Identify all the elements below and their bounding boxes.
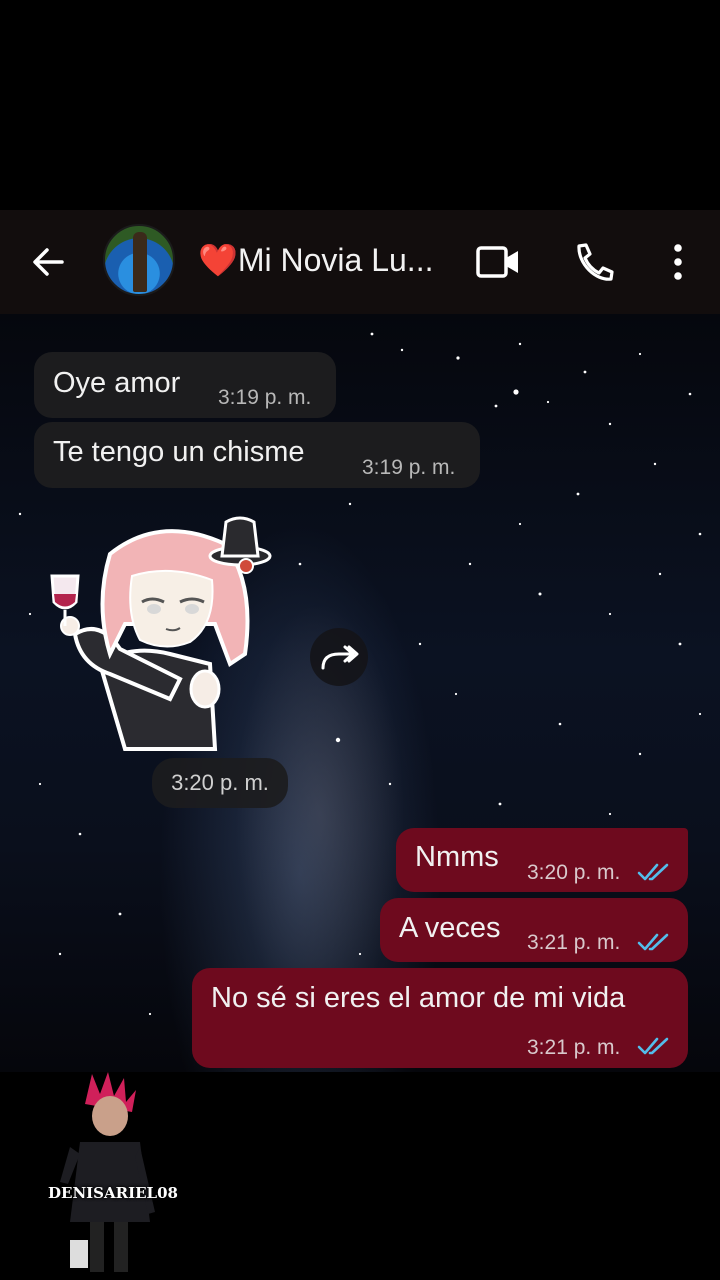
video-camera-icon [476, 246, 518, 278]
message-time: 3:19 p. m. [218, 386, 312, 409]
message-bubble-outgoing[interactable]: A veces 3:21 p. m. [380, 898, 688, 962]
phone-icon [577, 243, 614, 281]
message-text: Oye amor [53, 367, 181, 399]
message-time: 3:21 p. m. [527, 1036, 621, 1059]
forward-button[interactable] [310, 628, 368, 686]
more-vertical-icon [674, 244, 682, 280]
read-ticks-icon [637, 863, 669, 881]
contact-name[interactable]: ❤️Mi Novia Lu... [198, 238, 443, 282]
message-text: A veces [399, 912, 501, 944]
back-button[interactable] [26, 240, 70, 284]
message-time: 3:20 p. m. [527, 861, 621, 884]
character-watermark-image [60, 1072, 155, 1272]
message-bubble-incoming[interactable]: Oye amor 3:19 p. m. [34, 352, 336, 418]
message-text: No sé si eres el amor de mi vida [211, 982, 626, 1014]
avatar-figure [133, 232, 147, 292]
message-bubble-outgoing[interactable]: Nmms 3:20 p. m. [396, 828, 688, 892]
message-text: Nmms [415, 841, 499, 873]
video-call-button[interactable] [474, 240, 522, 284]
arrow-left-icon [33, 248, 64, 276]
sticker-time: 3:20 p. m. [152, 758, 288, 808]
message-text: Te tengo un chisme [53, 436, 305, 468]
message-time: 3:19 p. m. [362, 456, 456, 479]
contact-avatar[interactable] [103, 224, 175, 296]
message-bubble-incoming[interactable]: Te tengo un chisme 3:19 p. m. [34, 422, 480, 488]
forward-icon [321, 645, 359, 670]
voice-call-button[interactable] [570, 240, 616, 284]
message-bubble-outgoing[interactable]: No sé si eres el amor de mi vida 3:21 p.… [192, 968, 688, 1068]
chat-header: ❤️Mi Novia Lu... [0, 210, 720, 314]
watermark-text: DENISARIEL08 [48, 1184, 178, 1202]
chat-area[interactable]: Oye amor 3:19 p. m. Te tengo un chisme 3… [0, 314, 720, 1072]
read-ticks-icon [637, 933, 669, 951]
message-time: 3:21 p. m. [527, 931, 621, 954]
top-black-area [0, 0, 720, 210]
more-options-button[interactable] [662, 240, 694, 284]
read-ticks-icon [637, 1037, 669, 1055]
anime-girl-sticker[interactable] [40, 514, 290, 754]
